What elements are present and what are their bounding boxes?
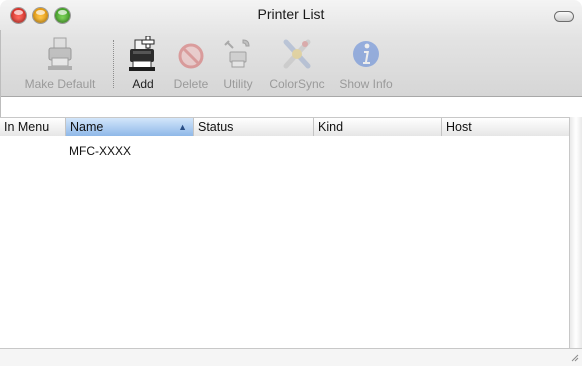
vertical-scrollbar[interactable] xyxy=(569,117,582,348)
column-header-label: In Menu xyxy=(4,120,50,134)
toolbar-separator xyxy=(113,40,114,88)
sort-ascending-icon: ▲ xyxy=(178,122,187,132)
add-printer-icon xyxy=(129,36,155,71)
delete-label: Delete xyxy=(173,77,209,91)
colorsync-icon xyxy=(283,39,311,69)
printer-default-icon xyxy=(48,37,72,70)
resize-grip-icon[interactable] xyxy=(569,352,579,362)
show-info-label: Show Info xyxy=(339,77,393,91)
delete-button[interactable]: Delete xyxy=(168,30,214,96)
printer-list-window: Printer List Make Default Add Delete Uti… xyxy=(0,0,582,366)
colorsync-label: ColorSync xyxy=(269,77,325,91)
colorsync-button[interactable]: ColorSync xyxy=(266,30,328,96)
title-bar: Printer List xyxy=(0,0,582,30)
unified-titlebar-toolbar: Printer List Make Default Add Delete Uti… xyxy=(0,0,582,97)
window-title: Printer List xyxy=(257,6,325,22)
make-default-label: Make Default xyxy=(24,77,96,91)
table-header: In Menu Name ▲ Status Kind Host xyxy=(0,117,570,137)
column-header-kind[interactable]: Kind xyxy=(314,118,442,136)
table-row[interactable]: MFC-XXXX xyxy=(0,142,570,160)
info-icon xyxy=(353,41,379,67)
column-header-label: Host xyxy=(446,120,472,134)
delete-icon xyxy=(178,43,204,69)
column-header-in-menu[interactable]: In Menu xyxy=(0,118,66,136)
show-info-button[interactable]: Show Info xyxy=(336,30,396,96)
utility-label: Utility xyxy=(223,77,253,91)
column-header-label: Kind xyxy=(318,120,344,134)
utility-button[interactable]: Utility xyxy=(216,30,260,96)
toolbar-toggle-button[interactable] xyxy=(554,11,574,22)
add-label: Add xyxy=(132,77,154,91)
printer-table: MFC-XXXX xyxy=(0,136,570,348)
utility-icon xyxy=(224,39,250,68)
column-header-host[interactable]: Host xyxy=(442,118,570,136)
printer-name-cell: MFC-XXXX xyxy=(69,144,132,158)
add-button[interactable]: Add xyxy=(124,30,162,96)
column-header-label: Status xyxy=(198,120,234,134)
column-header-name[interactable]: Name ▲ xyxy=(66,118,194,136)
make-default-button[interactable]: Make Default xyxy=(12,30,108,96)
column-header-label: Name xyxy=(70,120,104,134)
column-header-status[interactable]: Status xyxy=(194,118,314,136)
toolbar: Make Default Add Delete Utility ColorSyn… xyxy=(0,30,582,96)
window-bottom-bar xyxy=(0,348,582,366)
